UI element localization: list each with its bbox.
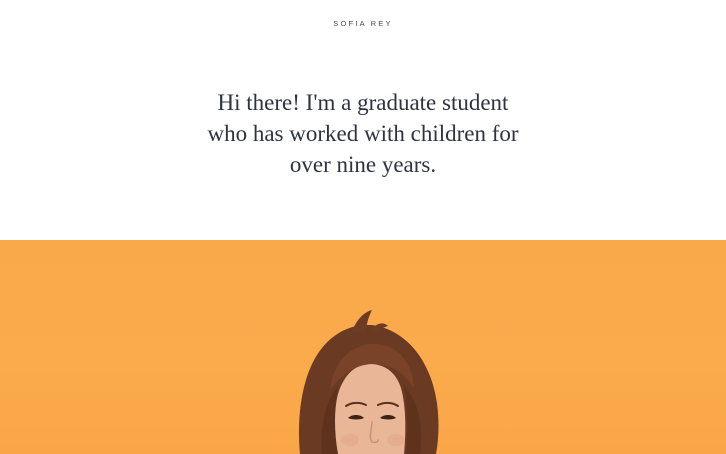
cheek-right: [387, 434, 405, 446]
cheek-left: [341, 434, 359, 446]
hero-image: [0, 240, 726, 454]
portrait-photo: [298, 310, 439, 454]
intro-line: over nine years.: [289, 152, 437, 177]
page: SOFIA REY Hi there! I'm a graduate stude…: [0, 0, 726, 454]
intro-text: Hi there! I'm a graduate student who has…: [150, 87, 576, 180]
header: SOFIA REY Hi there! I'm a graduate stude…: [0, 0, 726, 240]
intro-line: who has worked with children for: [207, 121, 519, 146]
intro-line: Hi there! I'm a graduate student: [217, 90, 509, 115]
site-name[interactable]: SOFIA REY: [0, 19, 726, 28]
